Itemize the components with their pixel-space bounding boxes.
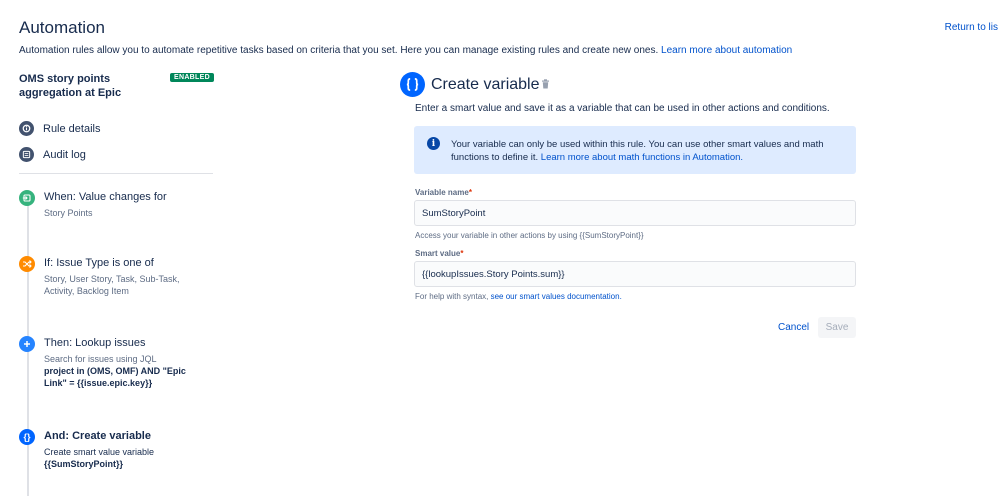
return-to-list-link[interactable]: Return to lis <box>945 22 998 33</box>
step-subtitle: Story, User Story, Task, Sub-Task, Activ… <box>44 274 180 296</box>
variable-name-help: Access your variable in other actions by… <box>415 231 644 240</box>
rule-name: OMS story points aggregation at Epic <box>19 73 122 99</box>
smart-values-docs-link[interactable]: see our smart values documentation. <box>491 292 622 301</box>
variable-name-label-text: Variable name <box>415 188 469 197</box>
info-message: Your variable can only be used within th… <box>451 138 846 164</box>
rule-step-action-lookup[interactable]: Then: Lookup issues Search for issues us… <box>19 336 209 389</box>
step-subtitle: Create smart value variable <box>44 447 155 457</box>
smart-value-label-text: Smart value <box>415 249 461 258</box>
variable-name-input[interactable] <box>414 200 856 226</box>
rule-step-condition[interactable]: If: Issue Type is one of Story, User Sto… <box>19 256 209 297</box>
sidebar-link-label: Rule details <box>43 122 101 135</box>
learn-more-automation-link[interactable]: Learn more about automation <box>661 45 792 56</box>
step-title: And: Create variable <box>44 430 151 442</box>
smart-value-label: Smart value* <box>415 249 463 258</box>
variable-icon <box>400 72 425 97</box>
cancel-button[interactable]: Cancel <box>772 317 815 338</box>
save-button[interactable]: Save <box>818 317 856 338</box>
trash-icon[interactable] <box>541 79 550 92</box>
info-panel: i Your variable can only be used within … <box>414 126 856 174</box>
list-icon <box>19 147 34 162</box>
page-title: Automation <box>19 18 105 37</box>
status-badge: ENABLED <box>170 73 214 82</box>
panel-title: Create variable <box>431 76 540 93</box>
smart-value-help-text: For help with syntax, <box>415 292 489 301</box>
step-variable: {{SumStoryPoint}} <box>44 459 124 469</box>
required-mark: * <box>460 249 464 258</box>
trigger-icon <box>19 190 35 206</box>
condition-icon <box>19 256 35 272</box>
page-description: Automation rules allow you to automate r… <box>19 45 792 56</box>
rule-step-action-create-variable[interactable]: {} And: Create variable Create smart val… <box>19 429 209 470</box>
sidebar-link-label: Audit log <box>43 148 86 161</box>
sidebar-link-audit-log[interactable]: Audit log <box>19 147 86 162</box>
math-functions-link[interactable]: Learn more about math functions in Autom… <box>541 152 743 163</box>
variable-name-label: Variable name* <box>415 188 472 197</box>
panel-description: Enter a smart value and save it as a var… <box>415 103 830 114</box>
step-title: Then: Lookup issues <box>44 337 146 349</box>
variable-icon: {} <box>19 429 35 445</box>
step-subtitle: Search for issues using JQL <box>44 354 157 364</box>
info-icon: i <box>427 137 440 150</box>
step-title: When: Value changes for <box>44 191 167 203</box>
step-title: If: Issue Type is one of <box>44 257 154 269</box>
smart-value-help: For help with syntax, see our smart valu… <box>415 292 622 301</box>
page-description-text: Automation rules allow you to automate r… <box>19 45 659 56</box>
smart-value-input[interactable] <box>414 261 856 287</box>
step-jql: project in (OMS, OMF) AND "Epic Link" = … <box>44 366 186 388</box>
info-icon <box>19 121 34 136</box>
step-subtitle: Story Points <box>44 208 93 218</box>
sidebar-link-rule-details[interactable]: Rule details <box>19 121 100 136</box>
plus-icon <box>19 336 35 352</box>
rule-step-trigger[interactable]: When: Value changes for Story Points <box>19 190 209 219</box>
required-mark: * <box>468 188 472 197</box>
sidebar-divider <box>19 173 213 174</box>
